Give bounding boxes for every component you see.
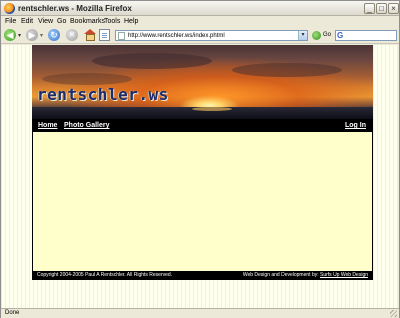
site-container: rentschler.ws Home Photo Gallery Log In … [32,45,373,280]
menu-go[interactable]: Go [57,16,66,27]
menu-tools[interactable]: Tools [104,16,120,27]
close-button[interactable]: × [388,3,399,14]
menu-bookmarks[interactable]: Bookmarks [70,16,105,27]
menu-bar: File Edit View Go Bookmarks Tools Help [1,16,399,27]
site-logo: rentschler.ws [37,85,169,104]
footer-copyright: Copyright 2004-2005 Paul A Rentschler. A… [37,272,173,278]
stop-icon[interactable]: ✕ [66,29,78,41]
search-input[interactable]: G [335,30,397,41]
page-favicon-icon [118,32,125,40]
footer-credit-prefix: Web Design and Development by: [242,272,321,278]
menu-file[interactable]: File [5,16,16,27]
address-url[interactable]: http://www.rentschler.ws/index.phtml [128,31,225,41]
back-history-dropdown[interactable]: ▾ [18,32,21,39]
forward-history-dropdown[interactable]: ▾ [40,32,43,39]
page-viewport: rentschler.ws Home Photo Gallery Log In … [2,45,398,308]
forward-arrow-icon[interactable]: ▶ [26,29,38,41]
menu-edit[interactable]: Edit [21,16,33,27]
address-dropdown-button[interactable]: ▾ [298,31,307,40]
nav-home-link[interactable]: Home [38,121,57,130]
site-main-content [33,132,372,271]
address-bar[interactable]: http://www.rentschler.ws/index.phtml ▾ [115,30,308,41]
status-text: Done [5,310,20,316]
maximize-button[interactable]: □ [376,3,387,14]
site-footer: Copyright 2004-2005 Paul A Rentschler. A… [32,271,373,280]
menu-help[interactable]: Help [124,16,138,27]
home-icon[interactable] [84,29,97,41]
go-button[interactable]: Go [323,31,331,40]
firefox-icon [4,3,15,14]
sunset-banner-image: rentschler.ws [32,45,373,119]
minimize-button[interactable]: _ [364,3,375,14]
page-icon[interactable] [99,29,110,41]
resize-grip-icon[interactable] [390,310,397,317]
footer-credit: Web Design and Development by: Surfs Up … [243,272,368,279]
search-engine-icon[interactable]: G [337,31,343,41]
status-bar: Done [1,308,399,318]
window-title: rentschler.ws - Mozilla Firefox [18,4,132,13]
navigation-toolbar: ◀ ▾ ▶ ▾ ↻ ✕ http://www.rentschler.ws/ind… [1,27,399,44]
menu-view[interactable]: View [38,16,53,27]
nav-photo-gallery-link[interactable]: Photo Gallery [64,121,110,130]
browser-window: rentschler.ws - Mozilla Firefox _ □ × Fi… [0,0,400,318]
footer-credit-link[interactable]: Surfs Up Web Design [320,272,368,278]
go-icon[interactable] [312,31,321,40]
site-nav: Home Photo Gallery Log In [32,119,373,132]
back-arrow-icon[interactable]: ◀ [4,29,16,41]
title-bar: rentschler.ws - Mozilla Firefox _ □ × [1,1,399,16]
nav-login-link[interactable]: Log In [345,121,366,130]
reload-icon[interactable]: ↻ [48,29,60,41]
